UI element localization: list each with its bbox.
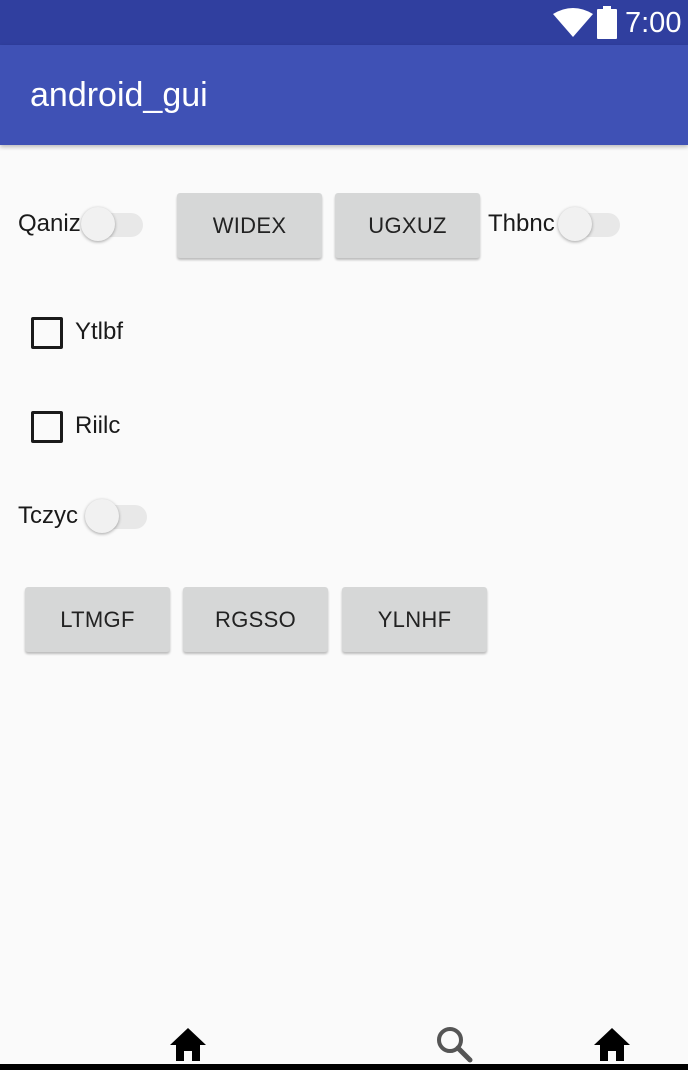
widex-button[interactable]: WIDEX (177, 193, 322, 258)
battery-icon (597, 6, 617, 39)
switch-thumb (81, 207, 115, 241)
ylnhf-button[interactable]: YLNHF (342, 587, 487, 652)
ltmgf-button[interactable]: LTMGF (25, 587, 170, 652)
navigation-bar-edge (0, 1064, 688, 1070)
checkbox-riilc-label[interactable]: Riilc (75, 411, 120, 441)
status-bar: 7:00 (0, 0, 688, 45)
checkbox-ytlbf[interactable] (31, 317, 63, 349)
ugxuz-button[interactable]: UGXUZ (335, 193, 480, 258)
wifi-icon (553, 8, 593, 37)
app-bar: android_gui (0, 45, 688, 145)
switch-thbnc-label: Thbnc (488, 210, 555, 237)
checkbox-ytlbf-label[interactable]: Ytlbf (75, 317, 123, 347)
switch-thumb (558, 207, 592, 241)
switch-thbnc[interactable] (558, 201, 622, 241)
search-icon[interactable] (435, 1025, 475, 1065)
switch-thumb (85, 499, 119, 533)
home-icon[interactable] (592, 1025, 632, 1065)
home-icon[interactable] (168, 1025, 208, 1065)
status-time: 7:00 (625, 7, 682, 39)
switch-qaniz[interactable] (81, 201, 145, 241)
app-title: android_gui (30, 76, 208, 114)
switch-tczyc[interactable] (85, 493, 149, 533)
rgsso-button[interactable]: RGSSO (183, 587, 328, 652)
switch-tczyc-label: Tczyc (18, 502, 78, 529)
checkbox-riilc[interactable] (31, 411, 63, 443)
switch-qaniz-label: Qaniz (18, 210, 81, 237)
